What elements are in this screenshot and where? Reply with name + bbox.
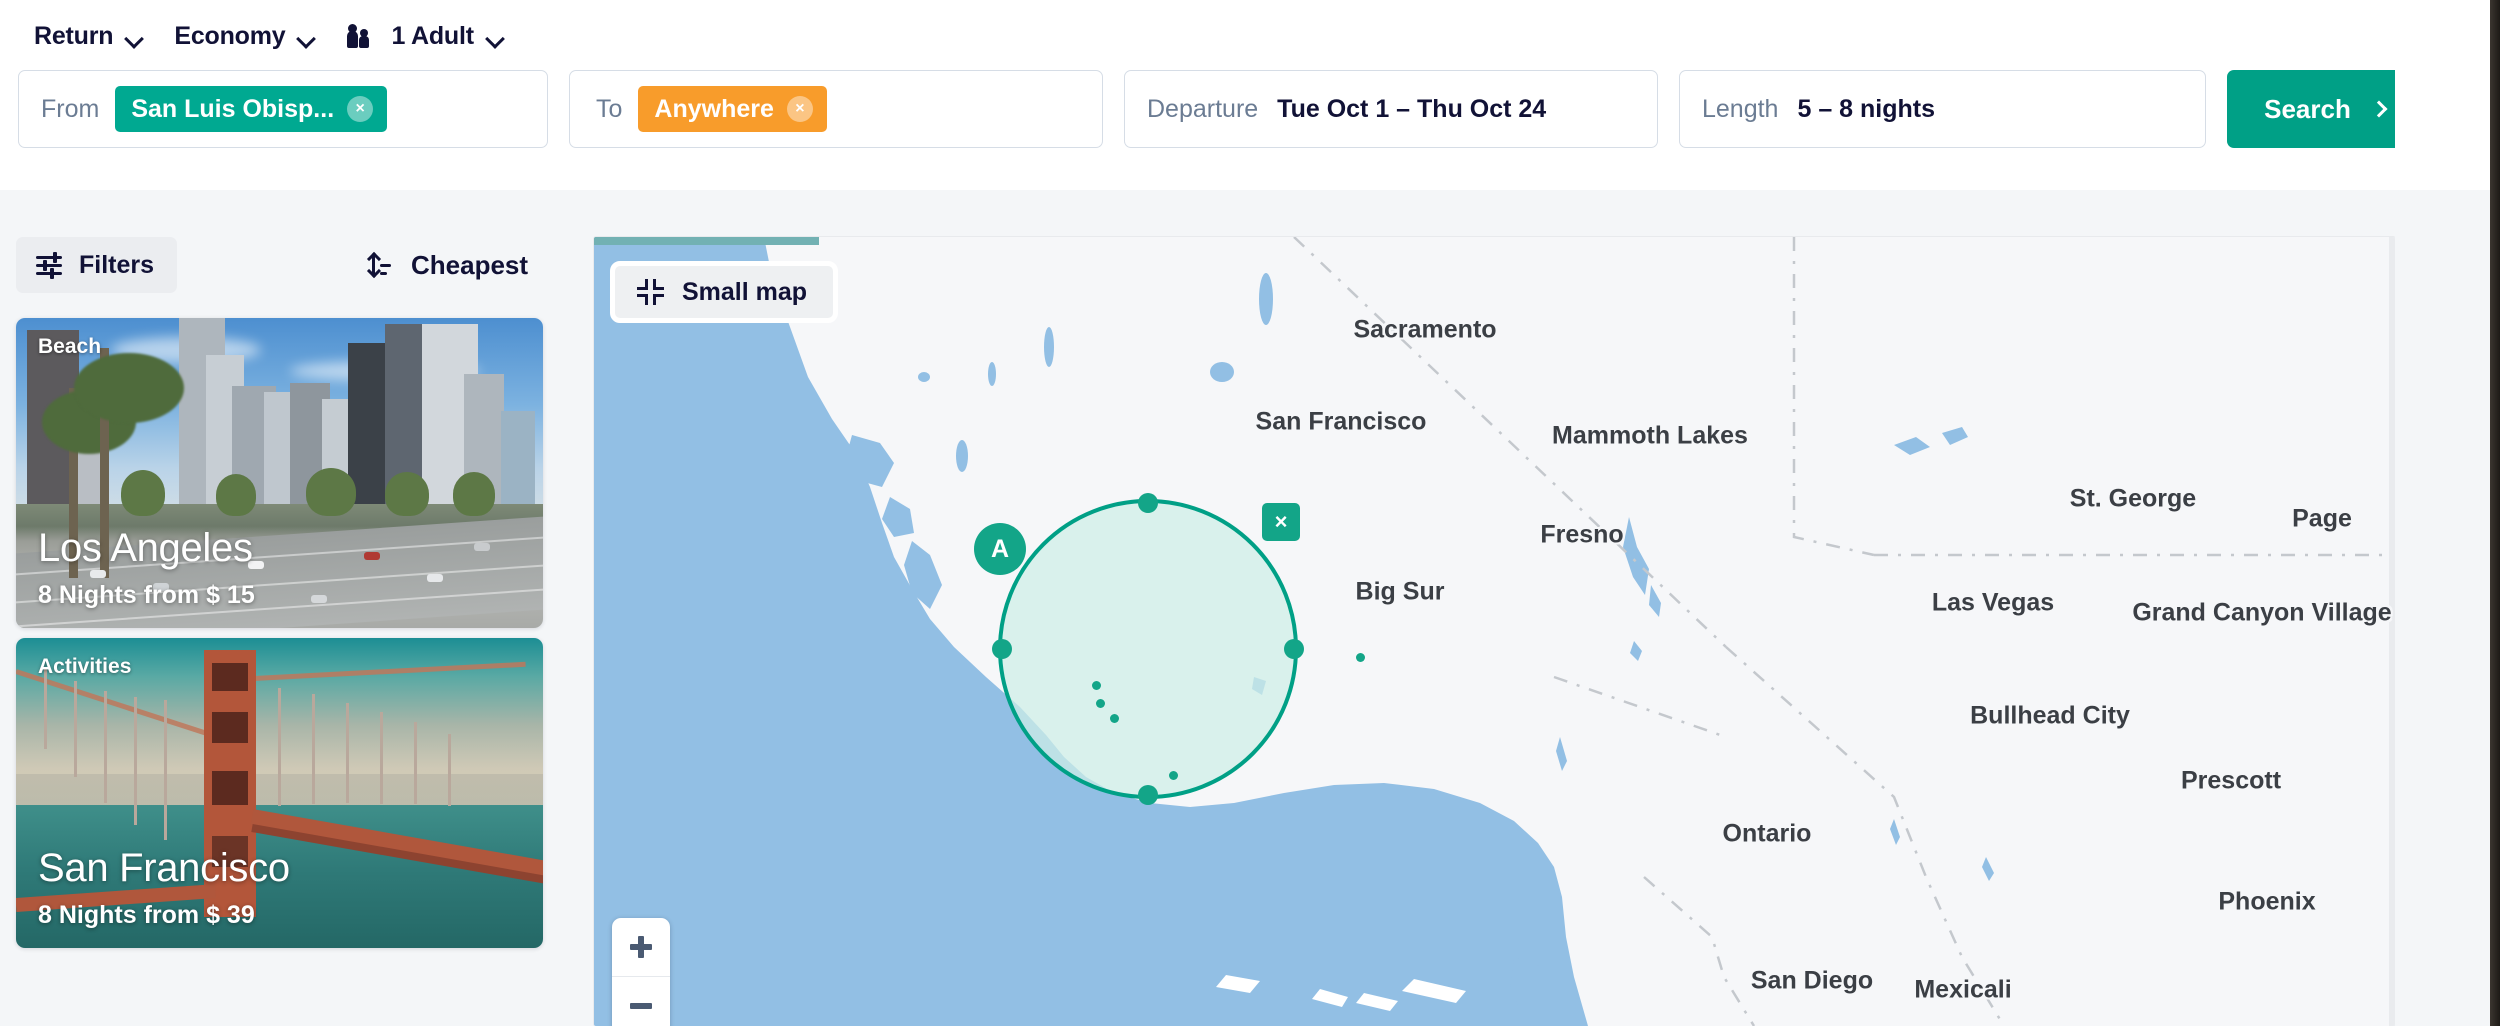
map-poi-dot[interactable] <box>1096 699 1105 708</box>
plus-icon <box>630 936 652 958</box>
destination-card-title: Los Angeles <box>38 526 253 571</box>
page-right-gutter <box>2395 190 2490 1026</box>
origin-chip[interactable]: San Luis Obisp... × <box>115 86 387 132</box>
zoom-out-button[interactable] <box>612 976 670 1026</box>
destination-field[interactable]: To Anywhere × <box>569 70 1103 148</box>
cabin-class-label: Economy <box>174 22 285 51</box>
map-zoom-control <box>612 918 670 1026</box>
radius-handle-right[interactable] <box>1284 639 1304 659</box>
radius-handle-top[interactable] <box>1138 493 1158 513</box>
radius-handle-bottom[interactable] <box>1138 785 1158 805</box>
departure-label: Departure <box>1147 95 1258 124</box>
origin-clear-icon[interactable]: × <box>347 96 373 122</box>
destination-card[interactable]: Beach Los Angeles 8 Nights from $ 15 <box>16 318 543 628</box>
passengers-label: 1 Adult <box>391 22 473 51</box>
destination-card-tag: Beach <box>38 335 101 359</box>
map-radius-selector[interactable]: A × <box>998 499 1298 799</box>
map-poi-dot[interactable] <box>1356 653 1365 662</box>
destination-clear-icon[interactable]: × <box>787 96 813 122</box>
map-geometry <box>594 237 2395 1026</box>
small-map-button[interactable]: Small map <box>610 261 838 323</box>
search-button[interactable]: Search <box>2227 70 2422 148</box>
length-field[interactable]: Length 5 – 8 nights <box>1679 70 2206 148</box>
destination-value: Anywhere <box>654 95 773 124</box>
radius-handle-left[interactable] <box>992 639 1012 659</box>
destination-card-tag: Activities <box>38 655 131 679</box>
origin-label: From <box>41 95 99 124</box>
destination-card[interactable]: Activities San Francisco 8 Nights from $… <box>16 638 543 948</box>
origin-value: San Luis Obisp... <box>131 95 334 124</box>
map-poi-dot[interactable] <box>1092 681 1101 690</box>
zoom-in-button[interactable] <box>612 918 670 976</box>
filters-button[interactable]: Filters <box>16 237 177 293</box>
length-value: 5 – 8 nights <box>1797 95 1935 124</box>
destination-card-title: San Francisco <box>38 846 290 891</box>
header-right-gutter <box>2395 0 2490 190</box>
content-area: Filters Cheapest <box>0 190 2500 1026</box>
destination-chip[interactable]: Anywhere × <box>638 86 826 132</box>
chevron-down-icon <box>487 32 503 41</box>
departure-field[interactable]: Departure Tue Oct 1 – Thu Oct 24 <box>1124 70 1658 148</box>
chevron-down-icon <box>126 32 142 41</box>
sort-button-label: Cheapest <box>411 250 528 281</box>
remove-radius-button[interactable]: × <box>1262 503 1300 541</box>
destination-card-price: 8 Nights from $ 15 <box>38 581 255 610</box>
trip-options-bar: Return Economy 1 Adult <box>18 8 519 64</box>
results-sidebar: Filters Cheapest <box>0 190 594 1026</box>
app-root: Return Economy 1 Adult From San L <box>0 0 2500 1026</box>
map-canvas[interactable]: Sacramento San Francisco Mammoth Lakes F… <box>594 237 2395 1026</box>
destination-label: To <box>596 95 622 124</box>
chevron-down-icon <box>298 32 314 41</box>
departure-value: Tue Oct 1 – Thu Oct 24 <box>1277 95 1546 124</box>
trip-type-selector[interactable]: Return <box>18 16 158 57</box>
destination-card-price: 8 Nights from $ 39 <box>38 901 255 930</box>
trip-type-label: Return <box>34 22 113 51</box>
collapse-icon <box>637 279 664 305</box>
window-right-edge <box>2490 0 2500 1026</box>
origin-marker[interactable]: A <box>974 523 1026 575</box>
search-button-label: Search <box>2264 94 2351 125</box>
sort-button[interactable]: Cheapest <box>371 237 528 293</box>
header: Return Economy 1 Adult From San L <box>0 0 2500 190</box>
origin-field[interactable]: From San Luis Obisp... × <box>18 70 548 148</box>
filters-sliders-icon <box>36 253 62 277</box>
passengers-selector[interactable]: 1 Adult <box>330 16 518 57</box>
map-poi-dot[interactable] <box>1169 771 1178 780</box>
sort-descending-icon <box>371 253 395 277</box>
results-toolbar: Filters Cheapest <box>16 237 576 293</box>
length-label: Length <box>1702 95 1778 124</box>
passengers-icon <box>346 23 376 49</box>
filters-button-label: Filters <box>79 251 154 280</box>
chevron-right-icon <box>2370 101 2387 118</box>
map-poi-dot[interactable] <box>1110 714 1119 723</box>
map-top-accent <box>594 237 819 245</box>
search-bar: From San Luis Obisp... × To Anywhere × D… <box>18 70 2422 148</box>
small-map-button-label: Small map <box>682 278 807 307</box>
cabin-class-selector[interactable]: Economy <box>158 16 330 57</box>
minus-icon <box>630 1003 652 1009</box>
